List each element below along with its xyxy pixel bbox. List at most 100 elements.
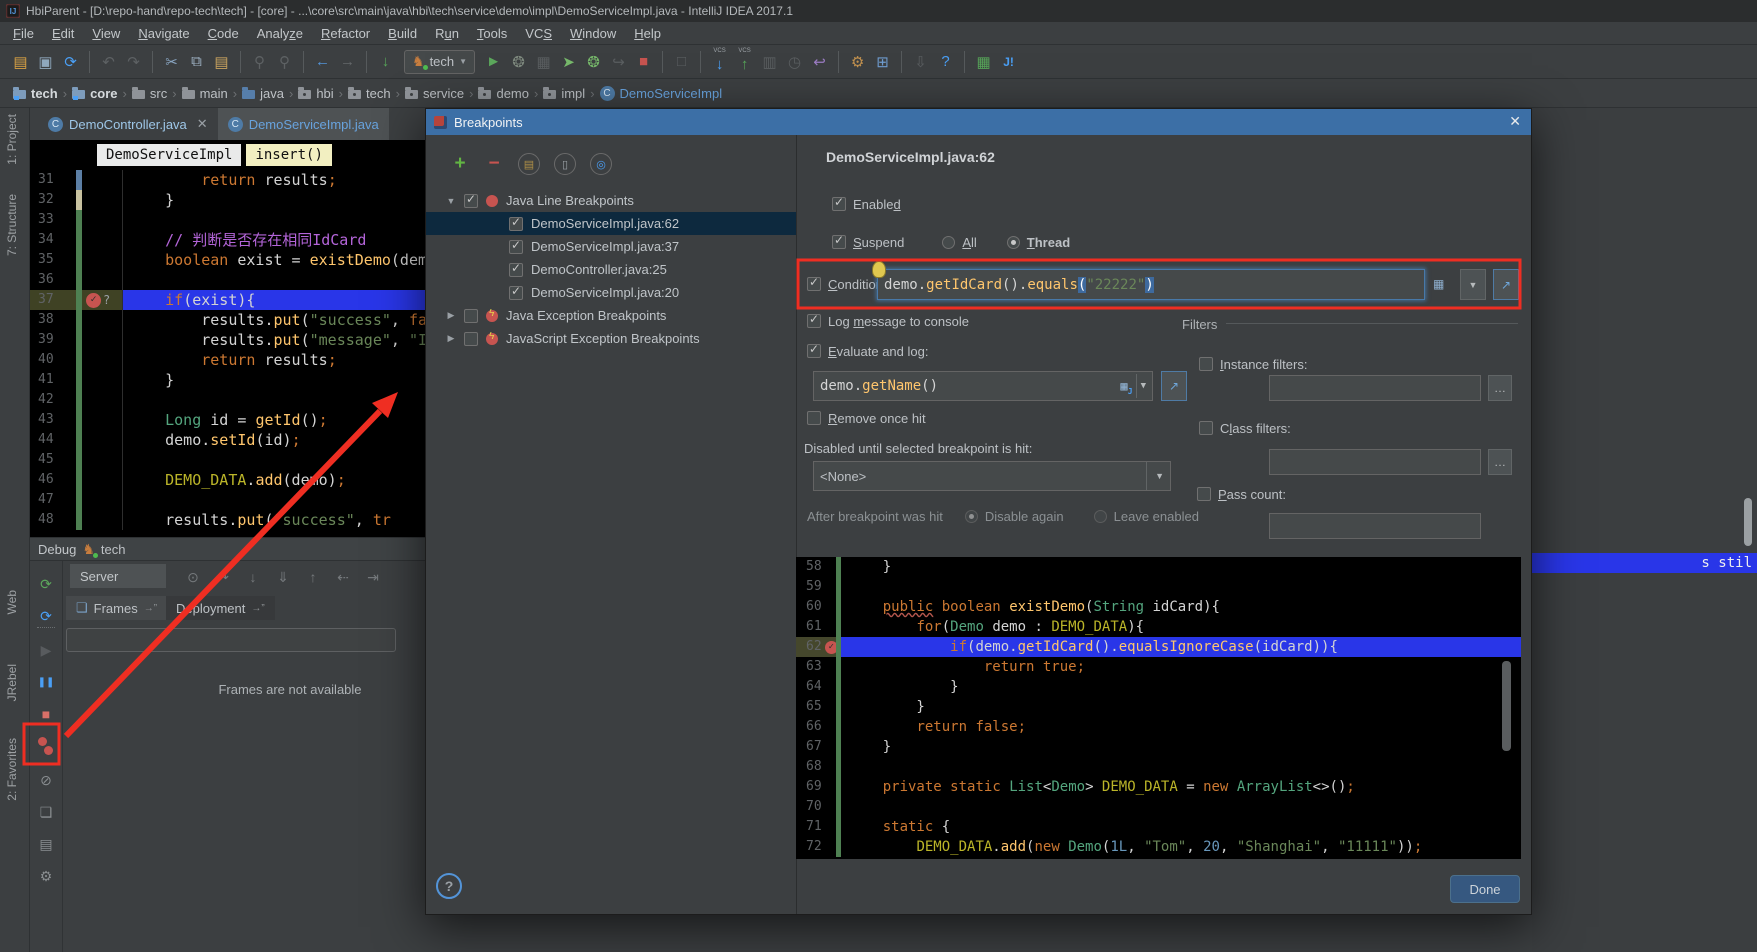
chevron-down-icon[interactable]: ▼ <box>446 196 456 206</box>
breakpoint-checkbox[interactable] <box>509 286 523 300</box>
close-icon[interactable]: ✕ <box>1509 113 1521 130</box>
intention-bulb-icon[interactable] <box>872 261 886 278</box>
debug-icon[interactable]: ❂ <box>506 50 531 74</box>
help-button[interactable]: ? <box>436 873 462 899</box>
breadcrumb-item-DemoServiceImpl[interactable]: CDemoServiceImpl <box>597 86 726 101</box>
menu-item-refactor[interactable]: Refactor <box>312 22 379 45</box>
run-configuration-combo[interactable]: ♞tech▼ <box>404 50 475 74</box>
menu-item-tools[interactable]: Tools <box>468 22 516 45</box>
instance-filters-input[interactable] <box>1269 375 1481 401</box>
tree-group-java-exception-breakpoints[interactable]: ▶Java Exception Breakpoints <box>426 304 796 327</box>
tree-group-javascript-exception-breakpoints[interactable]: ▶JavaScript Exception Breakpoints <box>426 327 796 350</box>
instance-filters-checkbox[interactable] <box>1199 357 1213 371</box>
line-number[interactable]: 38 <box>30 310 76 330</box>
line-number[interactable]: 47 <box>30 490 76 510</box>
breadcrumb-item-core[interactable]: core <box>69 86 120 101</box>
menu-item-navigate[interactable]: Navigate <box>129 22 198 45</box>
rerun-server-icon[interactable]: ⟳ <box>33 603 59 629</box>
remove-breakpoint-icon[interactable]: − <box>484 154 504 174</box>
breakpoint-gutter[interactable] <box>82 490 122 510</box>
breadcrumb-item-tech[interactable]: tech <box>10 86 61 101</box>
breakpoint-gutter[interactable] <box>82 170 122 190</box>
rerun-icon[interactable]: ⟳ <box>33 571 59 597</box>
instance-filters-browse-button[interactable]: … <box>1488 375 1512 401</box>
run-icon[interactable]: ► <box>481 50 506 74</box>
breakpoint-gutter[interactable] <box>82 370 122 390</box>
sync-icon[interactable]: ⟳ <box>58 50 83 74</box>
plugin-icon[interactable]: ▦ <box>971 50 996 74</box>
breadcrumb-item-main[interactable]: main <box>179 86 231 101</box>
cut-icon[interactable]: ✂ <box>159 50 184 74</box>
evaluate-input[interactable]: demo.getName() ▦J ▼ <box>813 371 1153 401</box>
breakpoint-gutter[interactable] <box>82 330 122 350</box>
breakpoint-gutter[interactable] <box>82 210 122 230</box>
save-icon[interactable]: ▣ <box>33 50 58 74</box>
line-number[interactable]: 72 <box>796 837 836 857</box>
line-number[interactable]: 61 <box>796 617 836 637</box>
group-checkbox[interactable] <box>464 309 478 323</box>
menu-item-run[interactable]: Run <box>426 22 468 45</box>
line-number[interactable]: 71 <box>796 817 836 837</box>
line-number[interactable]: 32 <box>30 190 76 210</box>
settings-icon[interactable]: ⚙ <box>845 50 870 74</box>
group-checkbox[interactable] <box>464 332 478 346</box>
view-breakpoints-icon[interactable] <box>33 733 59 759</box>
line-number[interactable]: 45 <box>30 450 76 470</box>
line-number[interactable]: 48 <box>30 510 76 530</box>
breakpoint-gutter[interactable] <box>82 390 122 410</box>
pause-icon[interactable]: ❚❚ <box>33 669 59 695</box>
tab-deployment[interactable]: Deployment→” <box>166 596 275 620</box>
line-number[interactable]: 60 <box>796 597 836 617</box>
debug-threads-combo[interactable] <box>66 628 396 652</box>
expand-editor-icon[interactable]: ↗ <box>1493 269 1519 300</box>
pass-count-checkbox[interactable] <box>1197 487 1211 501</box>
tab-server[interactable]: Server <box>70 564 166 588</box>
tool-stripe-favorites[interactable]: 2: Favorites <box>5 738 19 801</box>
idea-plugin-icon[interactable]: J! <box>996 50 1021 74</box>
line-number[interactable]: 70 <box>796 797 836 817</box>
debug-settings-icon[interactable]: ⚙ <box>33 863 59 889</box>
breakpoint-gutter[interactable] <box>82 430 122 450</box>
jrebel-run-icon[interactable]: ➤ <box>556 50 581 74</box>
tree-group-java-line-breakpoints[interactable]: ▼Java Line Breakpoints <box>426 189 796 212</box>
paste-icon[interactable]: ▤ <box>209 50 234 74</box>
line-number[interactable]: 42 <box>30 390 76 410</box>
pass-count-input[interactable] <box>1269 513 1481 539</box>
group-by-class-icon[interactable]: ▯ <box>554 153 576 175</box>
line-number[interactable]: 40 <box>30 350 76 370</box>
tool-stripe-structure[interactable]: 7: Structure <box>5 194 19 256</box>
breakpoint-gutter[interactable] <box>82 450 122 470</box>
class-filters-input[interactable] <box>1269 449 1481 475</box>
disable-again-radio[interactable] <box>965 510 978 523</box>
line-numbers-icon[interactable]: ↓ <box>373 50 398 74</box>
breakpoint-gutter[interactable] <box>82 410 122 430</box>
line-number[interactable]: 62✓ <box>796 637 836 657</box>
breakpoint-checkbox[interactable] <box>509 240 523 254</box>
jrebel-debug-icon[interactable]: ❂ <box>581 50 606 74</box>
breadcrumb-item-hbi[interactable]: hbi <box>295 86 336 101</box>
disabled-until-combo[interactable]: <None> ▼ <box>813 461 1171 491</box>
line-number[interactable]: 65 <box>796 697 836 717</box>
breadcrumb-chip[interactable]: DemoServiceImpl <box>97 144 241 166</box>
add-breakpoint-icon[interactable]: + <box>450 154 470 174</box>
editor-tab-DemoController.java[interactable]: CDemoController.java✕ <box>38 108 218 140</box>
breakpoint-gutter[interactable] <box>82 470 122 490</box>
editor-scrollbar-thumb[interactable] <box>1744 498 1752 546</box>
condition-input[interactable]: demo.getIdCard().equals("22222") <box>877 269 1425 300</box>
menu-item-help[interactable]: Help <box>625 22 670 45</box>
breadcrumb-item-impl[interactable]: impl <box>540 86 588 101</box>
condition-checkbox[interactable] <box>807 277 821 291</box>
line-number[interactable]: 46 <box>30 470 76 490</box>
class-filters-browse-button[interactable]: … <box>1488 449 1512 475</box>
stop-icon[interactable]: ■ <box>631 50 656 74</box>
line-number[interactable]: 63 <box>796 657 836 677</box>
menu-item-edit[interactable]: Edit <box>43 22 83 45</box>
chevron-right-icon[interactable]: ▶ <box>446 310 456 321</box>
enabled-checkbox[interactable] <box>832 197 846 211</box>
breakpoint-gutter[interactable] <box>82 310 122 330</box>
close-icon[interactable]: ✕ <box>197 116 208 132</box>
condition-history-dropdown[interactable]: ▼ <box>1460 269 1486 300</box>
chevron-down-icon[interactable]: ▼ <box>1146 462 1164 490</box>
line-number[interactable]: 64 <box>796 677 836 697</box>
done-button[interactable]: Done <box>1450 875 1520 903</box>
